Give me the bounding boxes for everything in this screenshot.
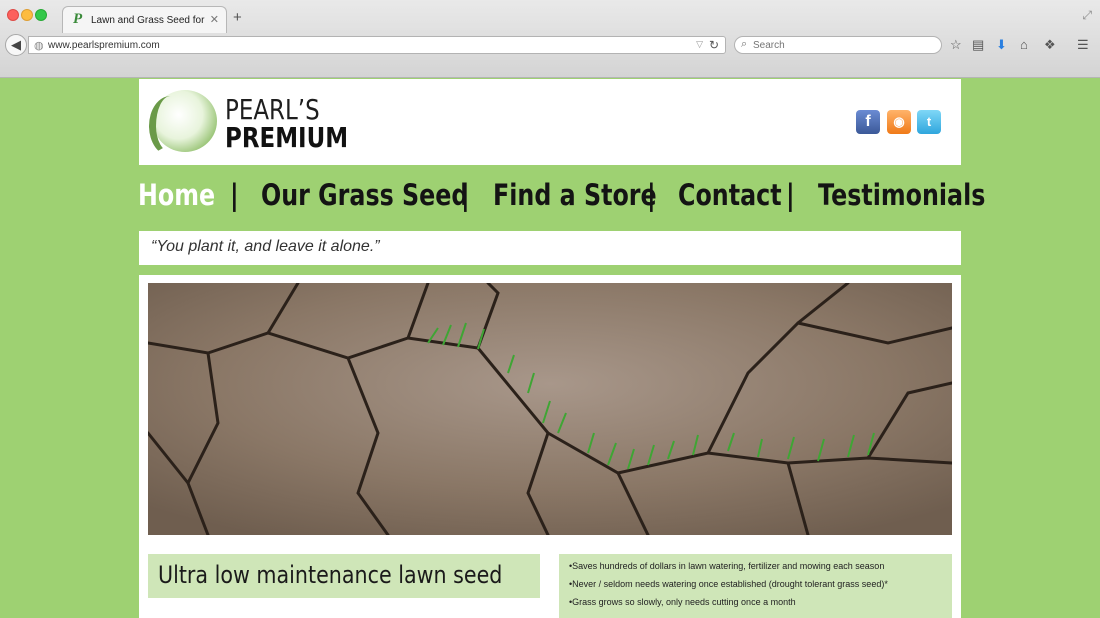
nav-separator: | — [230, 178, 239, 212]
home-icon[interactable]: ⌂ — [1020, 37, 1028, 52]
site-header: PEARL’S PREMIUM f ◉ t — [139, 79, 961, 165]
globe-icon: ◍ — [34, 40, 44, 52]
cracked-soil-image — [148, 283, 952, 535]
facebook-icon[interactable]: f — [856, 110, 880, 134]
bookmark-star-icon[interactable]: ☆ — [950, 37, 962, 53]
tab-close-icon[interactable]: ✕ — [210, 13, 219, 26]
main-navigation: Home | Our Grass Seed | Find a Store | C… — [138, 175, 985, 219]
download-icon[interactable]: ⬇ — [996, 37, 1007, 53]
pearls-premium-logo-icon[interactable] — [149, 90, 217, 156]
nav-separator: | — [461, 178, 470, 212]
headline-panel: Ultra low maintenance lawn seed — [148, 554, 540, 598]
web-page: PEARL’S PREMIUM f ◉ t Home | Our Grass S… — [0, 79, 1100, 618]
twitter-icon[interactable]: t — [917, 110, 941, 134]
nav-separator: | — [786, 178, 795, 212]
benefit-item: •Never / seldom needs watering once esta… — [569, 579, 888, 589]
nav-testimonials[interactable]: Testimonials — [818, 175, 985, 215]
tab-title: Lawn and Grass Seed for ... — [91, 15, 207, 26]
search-icon: ⌕ — [741, 38, 748, 50]
nav-contact[interactable]: Contact — [678, 175, 782, 215]
close-window-button[interactable] — [7, 9, 19, 21]
menu-icon[interactable]: ☰ — [1077, 37, 1089, 53]
benefit-item: •Saves hundreds of dollars in lawn water… — [569, 561, 885, 571]
logo-text-premium[interactable]: PREMIUM — [225, 121, 348, 154]
search-input[interactable] — [753, 39, 933, 52]
url-text: www.pearlspremium.com — [48, 40, 160, 51]
site-favicon-icon: P — [73, 11, 83, 27]
browser-tab[interactable]: P Lawn and Grass Seed for ... ✕ — [62, 6, 227, 33]
minimize-window-button[interactable] — [21, 9, 33, 21]
search-box[interactable]: ⌕ — [734, 36, 942, 54]
reload-icon[interactable]: ↻ — [709, 38, 719, 52]
benefits-panel: •Saves hundreds of dollars in lawn water… — [559, 554, 952, 618]
browser-chrome: P Lawn and Grass Seed for ... ✕ + ⤢ ◀ ◍ … — [0, 0, 1100, 78]
hero-image — [148, 283, 952, 535]
nav-our-grass-seed[interactable]: Our Grass Seed — [261, 175, 468, 215]
benefit-item: •Grass grows so slowly, only needs cutti… — [569, 597, 796, 607]
address-bar[interactable]: ◍ www.pearlspremium.com ▽ ↻ — [28, 36, 726, 54]
nav-separator: | — [647, 178, 656, 212]
nav-find-a-store[interactable]: Find a Store — [493, 175, 657, 215]
reading-list-icon[interactable]: ▤ — [972, 37, 984, 53]
history-dropdown-icon[interactable]: ▽ — [696, 39, 703, 50]
extension-icon[interactable]: ❖ — [1044, 37, 1056, 53]
nav-home[interactable]: Home — [138, 175, 215, 215]
tab-strip: P Lawn and Grass Seed for ... ✕ + ⤢ — [0, 0, 1100, 33]
content-area: Ultra low maintenance lawn seed •Saves h… — [139, 275, 961, 618]
headline: Ultra low maintenance lawn seed — [158, 561, 503, 589]
fullscreen-icon[interactable]: ⤢ — [1082, 8, 1092, 23]
back-button[interactable]: ◀ — [5, 34, 27, 56]
tagline-banner: “You plant it, and leave it alone.” — [139, 231, 961, 265]
zoom-window-button[interactable] — [35, 9, 47, 21]
browser-toolbar: ◀ ◍ www.pearlspremium.com ▽ ↻ ⌕ ☆ ▤ ⬇ ⌂ … — [0, 33, 1100, 59]
tagline: “You plant it, and leave it alone.” — [151, 238, 380, 255]
rss-icon[interactable]: ◉ — [887, 110, 911, 134]
new-tab-button[interactable]: + — [233, 9, 242, 26]
